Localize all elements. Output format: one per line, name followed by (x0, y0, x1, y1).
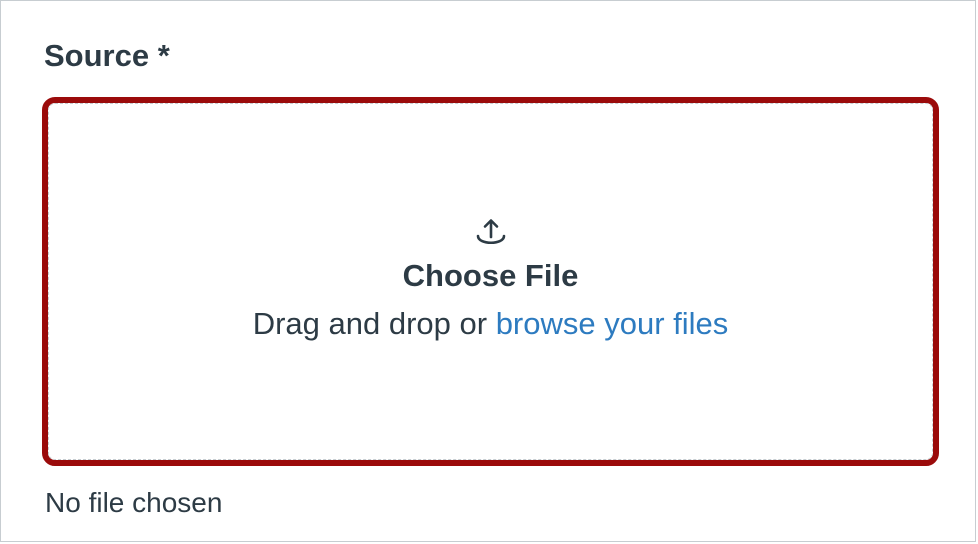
source-field-label: Source * (44, 38, 170, 73)
drag-drop-instructions: Drag and drop or browse your files (253, 305, 729, 343)
file-status-text: No file chosen (45, 487, 223, 518)
choose-file-title: Choose File (402, 257, 579, 293)
file-upload-panel: Source * Choose File Drag and drop or br… (0, 0, 976, 542)
upload-icon (476, 218, 505, 244)
file-dropzone[interactable]: Choose File Drag and drop or browse your… (42, 97, 939, 466)
drag-drop-text: Drag and drop or (252, 305, 496, 341)
browse-files-link[interactable]: browse your files (496, 306, 729, 341)
